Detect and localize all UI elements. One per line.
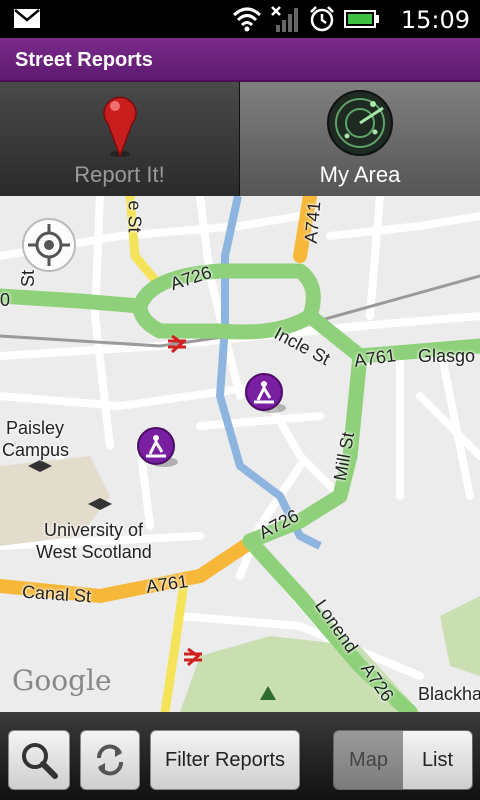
filter-reports-button[interactable]: Filter Reports xyxy=(150,730,300,790)
map-background xyxy=(0,196,480,712)
map-label-zero: 0 xyxy=(0,290,11,310)
view-toggle: Map List xyxy=(333,730,473,790)
wifi-icon xyxy=(232,7,262,32)
envelope-icon xyxy=(14,9,40,28)
refresh-button[interactable] xyxy=(80,730,140,790)
map-label-paisley: Paisley xyxy=(6,418,65,438)
map-label-campus: Campus xyxy=(2,440,70,460)
map-label-st-top: e St xyxy=(124,200,145,233)
map-label-glasgow: Glasgo xyxy=(418,346,476,366)
crosshair-icon xyxy=(28,224,70,266)
map-label-west-scotland: West Scotland xyxy=(36,542,152,562)
search-icon xyxy=(22,743,58,779)
google-logo: Google xyxy=(12,664,112,697)
roadworks-icon xyxy=(137,427,178,467)
refresh-icon xyxy=(97,744,123,776)
roadworks-icon xyxy=(245,373,286,413)
report-pin[interactable] xyxy=(134,426,180,472)
status-time: 15:09 xyxy=(400,6,470,34)
radar-icon xyxy=(327,90,393,156)
search-button[interactable] xyxy=(8,730,70,790)
tab-label: Report It! xyxy=(74,162,165,187)
battery-icon xyxy=(344,10,379,28)
status-bar: 15:09 xyxy=(0,0,480,38)
tab-label: My Area xyxy=(319,162,401,187)
my-location-button[interactable] xyxy=(22,218,76,272)
map-label-st-left: St xyxy=(18,269,39,288)
map-pin-icon xyxy=(102,96,137,159)
map-label-blackhall: Blackha xyxy=(418,684,480,704)
alarm-icon xyxy=(310,6,334,32)
tab-my-area[interactable]: My Area xyxy=(240,82,480,196)
list-view-button[interactable]: List xyxy=(403,731,472,789)
bottom-toolbar: Filter Reports Map List xyxy=(0,712,480,800)
map-view[interactable]: A726 A741 Incle St A761 Glasgo Paisley C… xyxy=(0,196,480,712)
tab-report-it[interactable]: Report It! xyxy=(0,82,240,196)
map-label-a741: A741 xyxy=(300,200,325,245)
report-pin[interactable] xyxy=(242,372,288,418)
tab-bar: Report It! My Area xyxy=(0,82,480,196)
app-title: Street Reports xyxy=(15,49,153,71)
app-title-bar: Street Reports xyxy=(0,38,480,82)
signal-icon xyxy=(271,6,298,32)
map-view-button[interactable]: Map xyxy=(334,731,403,789)
map-label-university: University of xyxy=(44,520,144,540)
